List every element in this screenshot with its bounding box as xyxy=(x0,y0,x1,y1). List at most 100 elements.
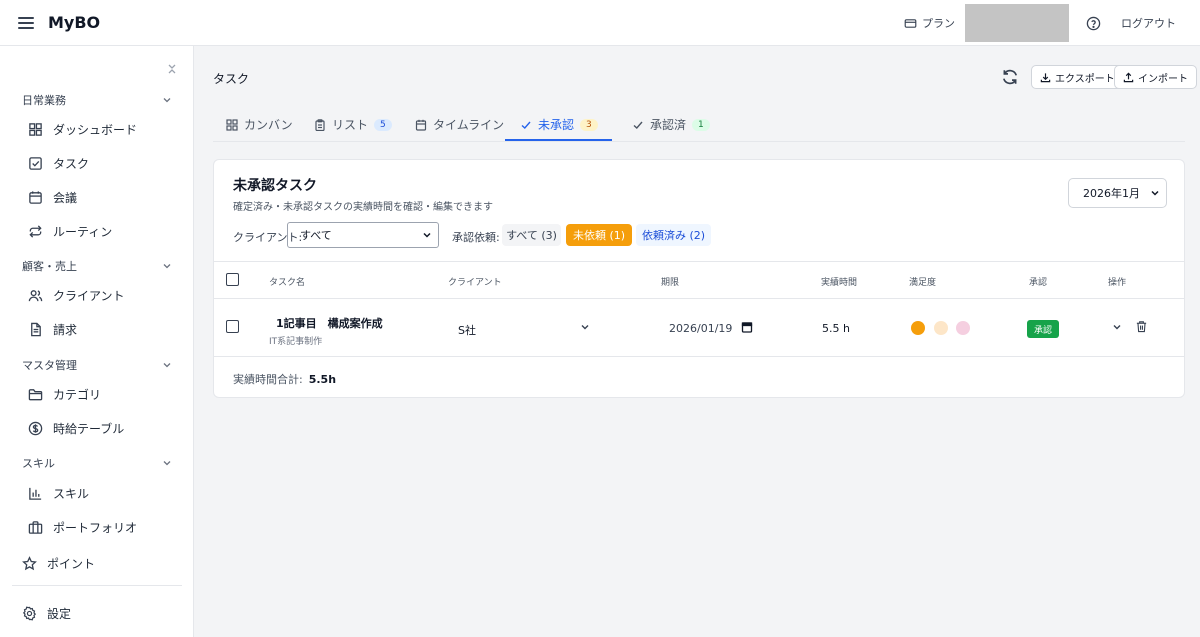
sidebar-item-tasks[interactable]: タスク xyxy=(28,152,89,174)
refresh-icon[interactable] xyxy=(1001,68,1019,86)
chevron-down-icon[interactable] xyxy=(580,322,590,332)
sidebar-item-label: クライアント xyxy=(53,288,125,303)
view-tabs: カンバン リスト 5 タイムライン 未承認 3 承認済 1 xyxy=(213,108,1185,142)
table-header: タスク名 クライアント 期限 実績時間 満足度 承認 操作 xyxy=(214,261,1184,299)
total-hours-label: 実績時間合計: xyxy=(233,373,303,386)
sidebar-item-hourly-rates[interactable]: 時給テーブル xyxy=(28,417,124,439)
help-icon xyxy=(1086,16,1100,30)
tab-label: 未承認 xyxy=(538,118,575,132)
user-avatar[interactable] xyxy=(965,4,1069,42)
sidebar-item-skills[interactable]: スキル xyxy=(28,482,89,504)
tab-approved[interactable]: 承認済 1 xyxy=(632,108,710,141)
select-all-checkbox[interactable] xyxy=(226,273,239,286)
filter-pill-all[interactable]: すべて (3) xyxy=(502,224,561,246)
tab-list[interactable]: リスト 5 xyxy=(314,108,392,141)
row-checkbox[interactable] xyxy=(226,320,239,333)
tab-label: リスト xyxy=(332,118,369,132)
tab-unapproved[interactable]: 未承認 3 xyxy=(520,108,598,141)
total-hours: 実績時間合計: 5.5h xyxy=(233,371,336,387)
satisfaction-happy-icon[interactable] xyxy=(911,321,925,335)
check-icon xyxy=(633,121,643,129)
tab-label: 承認済 xyxy=(650,118,687,132)
tab-label: カンバン xyxy=(244,118,293,132)
page-title: タスク xyxy=(213,72,250,86)
help-button[interactable] xyxy=(1077,16,1109,31)
chevron-down-icon[interactable] xyxy=(1112,322,1122,332)
kanban-icon xyxy=(226,118,238,131)
trash-icon[interactable] xyxy=(1135,320,1148,333)
task-name[interactable]: 1記事目 構成案作成 xyxy=(276,315,383,331)
tab-label: タイムライン xyxy=(433,118,505,132)
filter-pill-requested[interactable]: 依頼済み (2) xyxy=(636,224,711,246)
sidebar-item-points[interactable]: ポイント xyxy=(22,552,95,574)
calendar-icon xyxy=(415,119,427,131)
request-filter-label: 承認依頼: xyxy=(452,231,500,244)
chevron-down-icon xyxy=(163,264,171,269)
sidebar-item-label: タスク xyxy=(53,156,90,171)
client-filter-select[interactable]: すべて xyxy=(287,222,439,248)
chevron-down-icon xyxy=(423,232,431,238)
upload-icon xyxy=(1123,72,1134,82)
sidebar-item-label: スキル xyxy=(53,486,90,501)
section-master[interactable]: マスタ管理 xyxy=(22,356,172,374)
import-button[interactable]: インポート xyxy=(1114,65,1197,89)
sidebar-item-routine[interactable]: ルーティン xyxy=(28,220,112,242)
sidebar-item-label: 会議 xyxy=(53,190,78,205)
download-icon xyxy=(1040,72,1051,82)
column-header: クライアント xyxy=(448,278,502,288)
satisfaction-sad-icon[interactable] xyxy=(956,321,970,335)
satisfaction-neutral-icon[interactable] xyxy=(934,321,948,335)
folder-icon xyxy=(28,388,43,400)
logout-button[interactable]: ログアウト xyxy=(1121,15,1176,31)
repeat-icon xyxy=(29,224,42,238)
section-skills-label: スキル xyxy=(22,457,55,470)
sidebar-item-billing[interactable]: 請求 xyxy=(28,318,77,340)
section-daily[interactable]: 日常業務 xyxy=(22,91,172,109)
export-button[interactable]: エクスポート xyxy=(1031,65,1124,89)
sidebar-item-label: ルーティン xyxy=(53,224,113,239)
main-content: タスク エクスポート インポート カンバン リスト 5 タイムライン 未承認 3 xyxy=(195,46,1200,637)
section-daily-label: 日常業務 xyxy=(22,94,66,107)
export-label: エクスポート xyxy=(1055,73,1115,85)
calendar-icon[interactable] xyxy=(741,321,753,333)
sidebar-item-settings[interactable]: 設定 xyxy=(22,602,71,624)
bar-chart-icon xyxy=(29,487,42,500)
column-header: 操作 xyxy=(1108,278,1127,288)
due-date-input[interactable]: 2026/01/19 xyxy=(669,322,732,335)
top-header: MyBO プラン ログアウト xyxy=(0,0,1200,46)
client-select[interactable]: S社 xyxy=(458,322,476,338)
tab-timeline[interactable]: タイムライン xyxy=(415,108,504,141)
section-customers-label: 顧客・売上 xyxy=(22,260,77,273)
tab-kanban[interactable]: カンバン xyxy=(226,108,293,141)
client-filter-value: すべて xyxy=(300,229,332,242)
tab-count-badge: 5 xyxy=(374,118,392,131)
sidebar-item-categories[interactable]: カテゴリ xyxy=(28,383,101,405)
sidebar-item-label: 請求 xyxy=(53,322,78,337)
column-header: 満足度 xyxy=(909,278,937,288)
collapse-sidebar-icon[interactable] xyxy=(165,62,179,76)
menu-icon[interactable] xyxy=(18,16,34,29)
unapproved-tasks-card: 未承認タスク 確定済み・未承認タスクの実績時間を確認・編集できます 2026年1… xyxy=(213,159,1185,398)
sidebar-item-portfolio[interactable]: ポートフォリオ xyxy=(28,516,137,538)
month-select[interactable]: 2026年1月 xyxy=(1068,178,1167,208)
briefcase-icon xyxy=(28,520,43,534)
section-skills[interactable]: スキル xyxy=(22,454,172,472)
approve-button[interactable]: 承認 xyxy=(1027,320,1059,338)
actual-hours[interactable]: 5.5 h xyxy=(822,322,850,335)
column-header: 期限 xyxy=(661,278,680,288)
filter-pill-not-requested[interactable]: 未依頼 (1) xyxy=(566,224,632,246)
document-icon xyxy=(31,322,41,336)
sidebar-item-clients[interactable]: クライアント xyxy=(28,284,125,306)
plan-link[interactable]: プラン xyxy=(904,15,955,31)
sidebar-item-dashboard[interactable]: ダッシュボード xyxy=(28,118,137,140)
dollar-circle-icon xyxy=(28,421,43,435)
sidebar-item-meetings[interactable]: 会議 xyxy=(28,186,77,208)
card-subtitle: 確定済み・未承認タスクの実績時間を確認・編集できます xyxy=(233,202,493,213)
column-header: 実績時間 xyxy=(821,278,858,288)
section-customers[interactable]: 顧客・売上 xyxy=(22,257,172,275)
sidebar-item-label: ポイント xyxy=(47,556,96,571)
column-header: タスク名 xyxy=(269,278,306,288)
sidebar-divider xyxy=(12,585,182,586)
chevron-down-icon xyxy=(163,98,171,103)
header-actions: プラン ログアウト xyxy=(904,0,1200,46)
